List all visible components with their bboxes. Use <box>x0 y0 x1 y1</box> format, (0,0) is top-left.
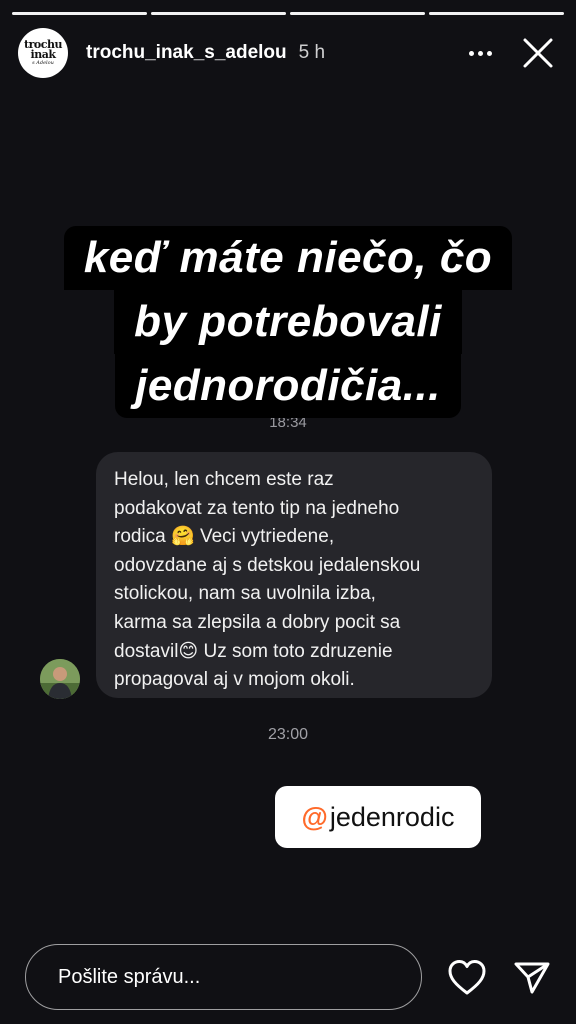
progress-segment <box>12 12 147 15</box>
caption-line: keď máte niečo, čo <box>63 226 513 290</box>
reply-input[interactable]: Pošlite správu... <box>25 944 422 1010</box>
mention-handle: jedenrodic <box>329 801 455 832</box>
story-progress-bar <box>12 12 564 15</box>
message-timestamp: 23:00 <box>267 726 309 743</box>
caption-line: by potrebovali <box>114 290 462 354</box>
mention-at-icon: @ <box>301 801 328 832</box>
avatar-logo-line-3: s Adelou <box>32 60 54 67</box>
caption-line: jednorodičia... <box>115 354 461 418</box>
send-icon[interactable] <box>512 958 552 998</box>
profile-avatar[interactable]: trochu inak s Adelou <box>18 28 68 78</box>
close-icon[interactable] <box>518 33 558 73</box>
progress-segment <box>151 12 286 15</box>
heart-icon[interactable] <box>446 958 488 998</box>
story-header: trochu inak s Adelou trochu_inak_s_adelo… <box>18 28 558 78</box>
progress-segment <box>290 12 425 15</box>
progress-segment <box>429 12 564 15</box>
post-time: 5 h <box>298 42 326 63</box>
sender-avatar <box>40 659 80 699</box>
more-horizontal-icon[interactable] <box>460 33 500 73</box>
story-caption: keď máte niečo, čo by potrebovali jednor… <box>0 226 576 418</box>
reply-placeholder: Pošlite správu... <box>58 965 201 988</box>
message-bubble: Helou, len chcem este raz podakovat za t… <box>96 452 492 698</box>
mention-sticker[interactable]: @ jedenrodic <box>275 786 481 848</box>
story-viewer: trochu inak s Adelou trochu_inak_s_adelo… <box>0 0 576 1024</box>
username[interactable]: trochu_inak_s_adelou <box>86 42 287 64</box>
avatar-logo-line-2: inak <box>30 48 56 62</box>
